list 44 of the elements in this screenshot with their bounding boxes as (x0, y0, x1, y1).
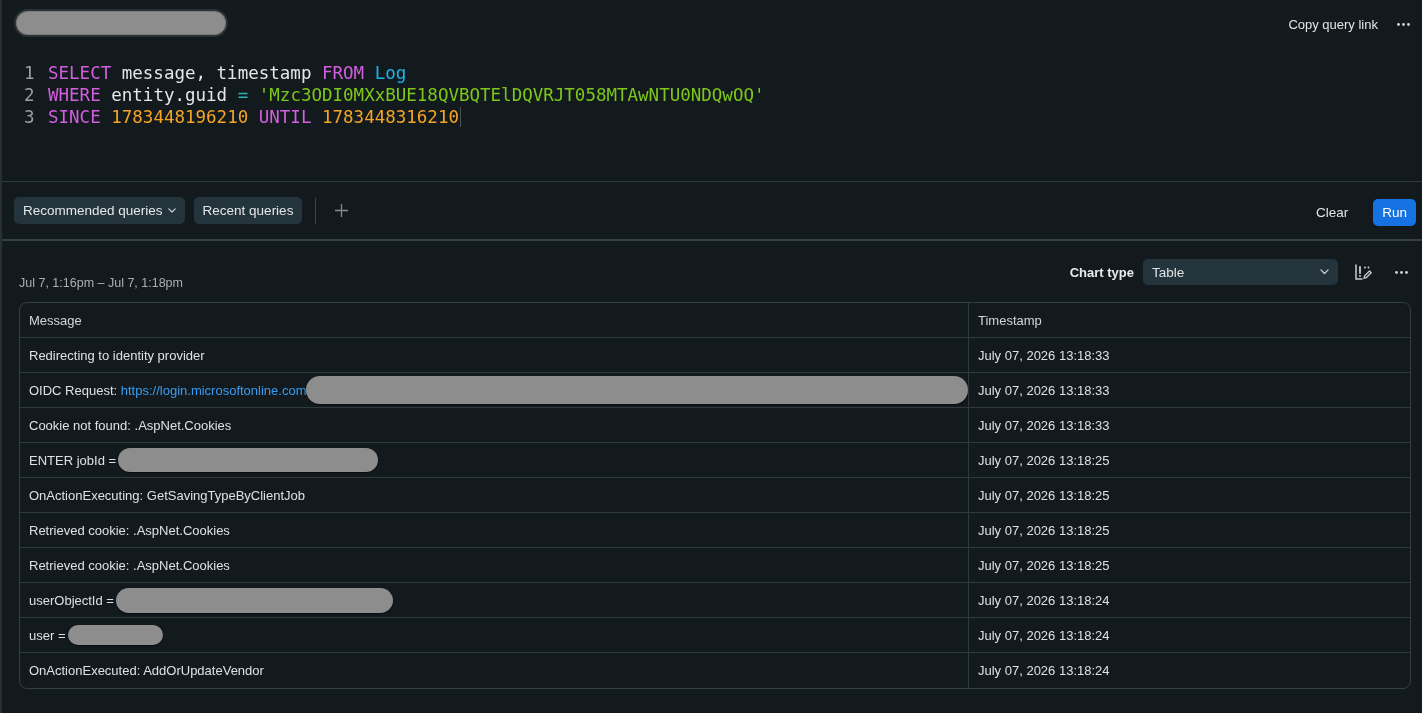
log-timestamp: July 07, 2026 13:18:24 (978, 592, 1110, 608)
chart-edit-button[interactable] (1353, 261, 1373, 283)
log-timestamp: July 07, 2026 13:18:25 (978, 557, 1110, 573)
chart-type-label: Chart type (1069, 264, 1134, 280)
log-message: Retrieved cookie: .AspNet.Cookies (29, 557, 230, 573)
clear-button[interactable]: Clear (1307, 199, 1357, 226)
query-button[interactable]: Recent queries (193, 197, 303, 224)
code-line: SINCE 1783448196210 UNTIL 1783448316210 (48, 106, 459, 128)
dropdown-button[interactable]: Recommended queries (14, 197, 185, 224)
log-timestamp: July 07, 2026 13:18:25 (978, 487, 1110, 503)
chevron-down-icon (167, 208, 176, 213)
log-message: OnActionExecuting: GetSavingTypeByClientJob (29, 487, 306, 503)
log-timestamp: July 07, 2026 13:18:25 (978, 452, 1110, 468)
log-timestamp: July 07, 2026 13:18:24 (978, 627, 1110, 643)
column-header: Timestamp (978, 312, 1042, 328)
url-link[interactable]: https://login.microsoftonline.com (120, 382, 307, 398)
code-line: WHERE entity.guid = 'Mzc3ODI0MXxBUE18QVBQTElDQVRJT058MTAwNTU0NDQwOQ' (48, 84, 765, 106)
run-button[interactable]: Run (1373, 199, 1416, 226)
log-timestamp: July 07, 2026 13:18:33 (978, 417, 1110, 433)
more-icon (1396, 22, 1410, 26)
log-timestamp: July 07, 2026 13:18:33 (978, 347, 1110, 363)
chevron-down-icon (1320, 269, 1329, 275)
line-number: 2 (23, 84, 36, 106)
line-number: 1 (23, 62, 36, 84)
chart-type-select[interactable]: Table (1143, 259, 1338, 285)
log-message: Redirecting to identity provider (29, 347, 205, 363)
log-timestamp: July 07, 2026 13:18:33 (978, 382, 1110, 398)
log-message: userObjectId = (29, 592, 114, 608)
log-message: OIDC Request: https://login.microsoftonline.com (29, 382, 307, 398)
code-line: SELECT message, timestamp FROM Log (48, 62, 407, 84)
log-message: OnActionExecuted: AddOrUpdateVendor (29, 663, 264, 678)
log-message: Cookie not found: .AspNet.Cookies (29, 417, 232, 433)
log-timestamp: July 07, 2026 13:18:24 (978, 663, 1110, 678)
copy-query-link-button[interactable]: Copy query link (1280, 11, 1386, 37)
time-range: Jul 7, 1:16pm – Jul 7, 1:18pm (19, 276, 183, 290)
log-message: user = (29, 627, 66, 643)
plus-icon[interactable] (335, 204, 349, 217)
chart-edit-icon (1354, 264, 1372, 280)
log-message: ENTER jobId = (29, 452, 117, 468)
log-message: Retrieved cookie: .AspNet.Cookies (29, 522, 230, 538)
more-icon (1394, 270, 1408, 274)
line-number: 3 (23, 106, 36, 128)
column-header: Message (29, 312, 82, 328)
log-timestamp: July 07, 2026 13:18:25 (978, 522, 1110, 538)
